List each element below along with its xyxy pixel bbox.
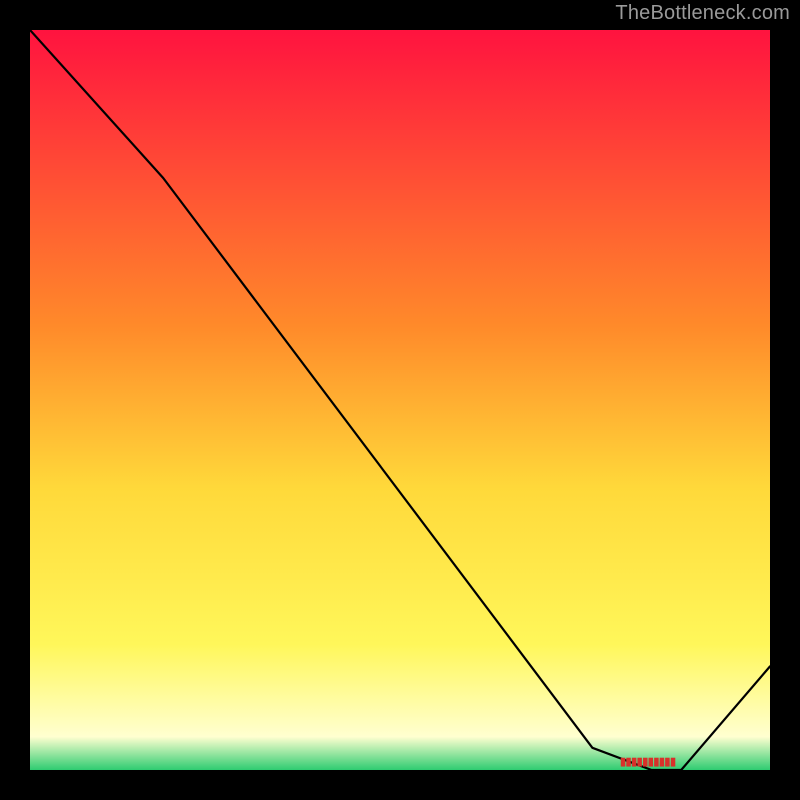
plot-background [30, 30, 770, 770]
attribution-label: TheBottleneck.com [615, 2, 790, 25]
chart-plot: ▮▮▮▮▮▮▮▮▮▮ [30, 30, 770, 770]
chart-container: TheBottleneck.com ▮▮▮▮▮▮▮▮▮▮ [0, 0, 800, 800]
optimal-marker-label: ▮▮▮▮▮▮▮▮▮▮ [620, 756, 676, 768]
